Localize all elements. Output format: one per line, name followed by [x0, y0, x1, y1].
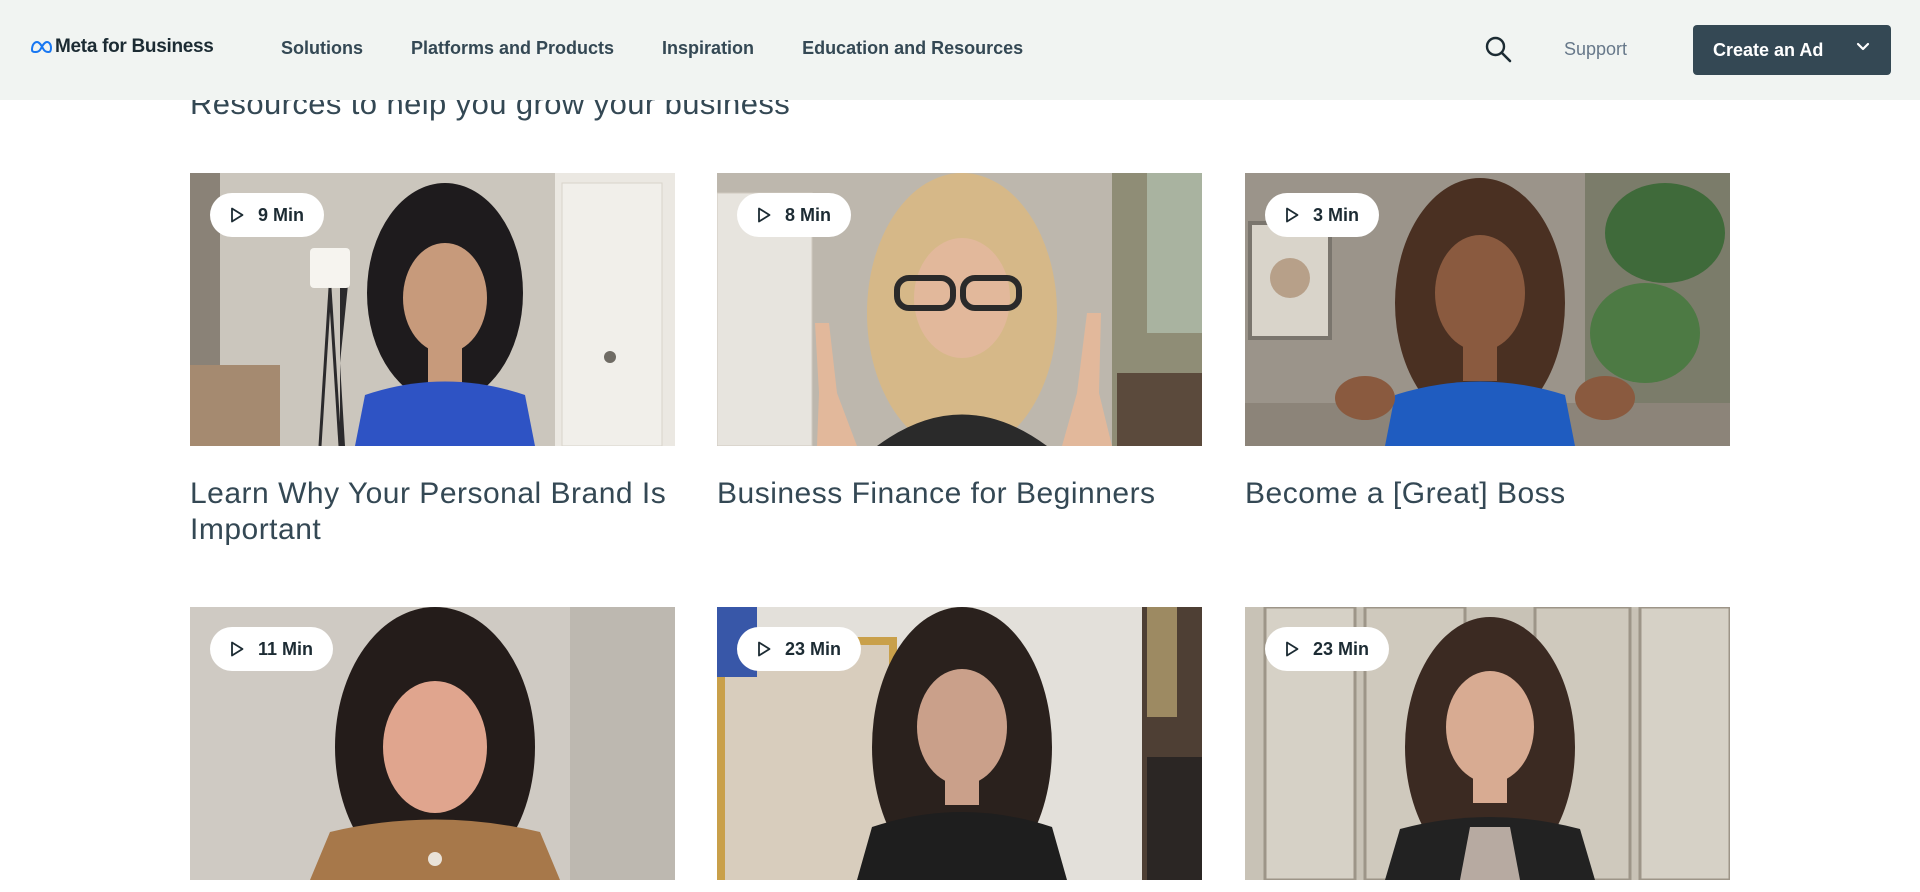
video-card[interactable]: 23 Min	[1245, 607, 1730, 880]
duration-label: 3 Min	[1313, 204, 1360, 225]
play-icon	[1286, 641, 1299, 657]
chevron-down-icon[interactable]	[1855, 39, 1871, 55]
play-icon	[758, 641, 771, 657]
card-title[interactable]: Learn Why Your Personal Brand Is Importa…	[190, 476, 675, 548]
video-thumbnail[interactable]: 3 Min	[1245, 173, 1730, 446]
nav-item-education-and-resources[interactable]: Education and Resources	[802, 38, 1023, 59]
card-title[interactable]: Business Finance for Beginners	[717, 476, 1202, 512]
search-icon	[1485, 36, 1512, 63]
card-title[interactable]: Become a [Great] Boss	[1245, 476, 1730, 512]
create-an-ad-label: Create an Ad	[1713, 39, 1824, 60]
play-icon	[231, 641, 244, 657]
duration-badge: 23 Min	[1265, 627, 1390, 671]
play-icon	[758, 207, 771, 223]
duration-badge: 11 Min	[210, 627, 334, 671]
duration-badge: 8 Min	[737, 193, 852, 237]
video-thumbnail[interactable]: 9 Min	[190, 173, 675, 446]
video-thumbnail[interactable]: 8 Min	[717, 173, 1202, 446]
video-thumbnail[interactable]: 23 Min	[1245, 607, 1730, 880]
video-thumbnail[interactable]: 23 Min	[717, 607, 1202, 880]
duration-label: 9 Min	[258, 204, 305, 225]
nav-item-platforms-and-products[interactable]: Platforms and Products	[411, 38, 614, 59]
duration-label: 23 Min	[1313, 638, 1370, 659]
video-card[interactable]: 9 Min Learn Why Your Personal Brand Is I…	[190, 173, 675, 548]
video-card[interactable]: 23 Min	[717, 607, 1202, 880]
top-nav-bar: Meta for Business Solutions Platforms an…	[0, 0, 1920, 100]
search-button[interactable]	[1484, 35, 1512, 63]
play-icon	[231, 207, 244, 223]
meta-for-business-logo[interactable]: Meta for Business	[30, 36, 214, 58]
duration-label: 8 Min	[785, 204, 832, 225]
video-card[interactable]: 3 Min Become a [Great] Boss	[1245, 173, 1730, 512]
video-card[interactable]: 11 Min	[190, 607, 675, 880]
video-card[interactable]: 8 Min Business Finance for Beginners	[717, 173, 1202, 512]
logo-text: Meta for Business	[55, 36, 214, 57]
duration-badge: 23 Min	[737, 627, 862, 671]
support-link[interactable]: Support	[1564, 39, 1627, 60]
duration-badge: 3 Min	[1265, 193, 1380, 237]
play-icon	[1286, 207, 1299, 223]
meta-infinity-icon	[30, 41, 52, 53]
nav-item-solutions[interactable]: Solutions	[281, 38, 363, 59]
nav-item-inspiration[interactable]: Inspiration	[662, 38, 754, 59]
create-an-ad-button[interactable]: Create an Ad	[1693, 25, 1891, 75]
duration-label: 11 Min	[258, 638, 314, 659]
primary-nav: Solutions Platforms and Products Inspira…	[281, 38, 1071, 59]
duration-label: 23 Min	[785, 638, 842, 659]
video-thumbnail[interactable]: 11 Min	[190, 607, 675, 880]
duration-badge: 9 Min	[210, 193, 325, 237]
